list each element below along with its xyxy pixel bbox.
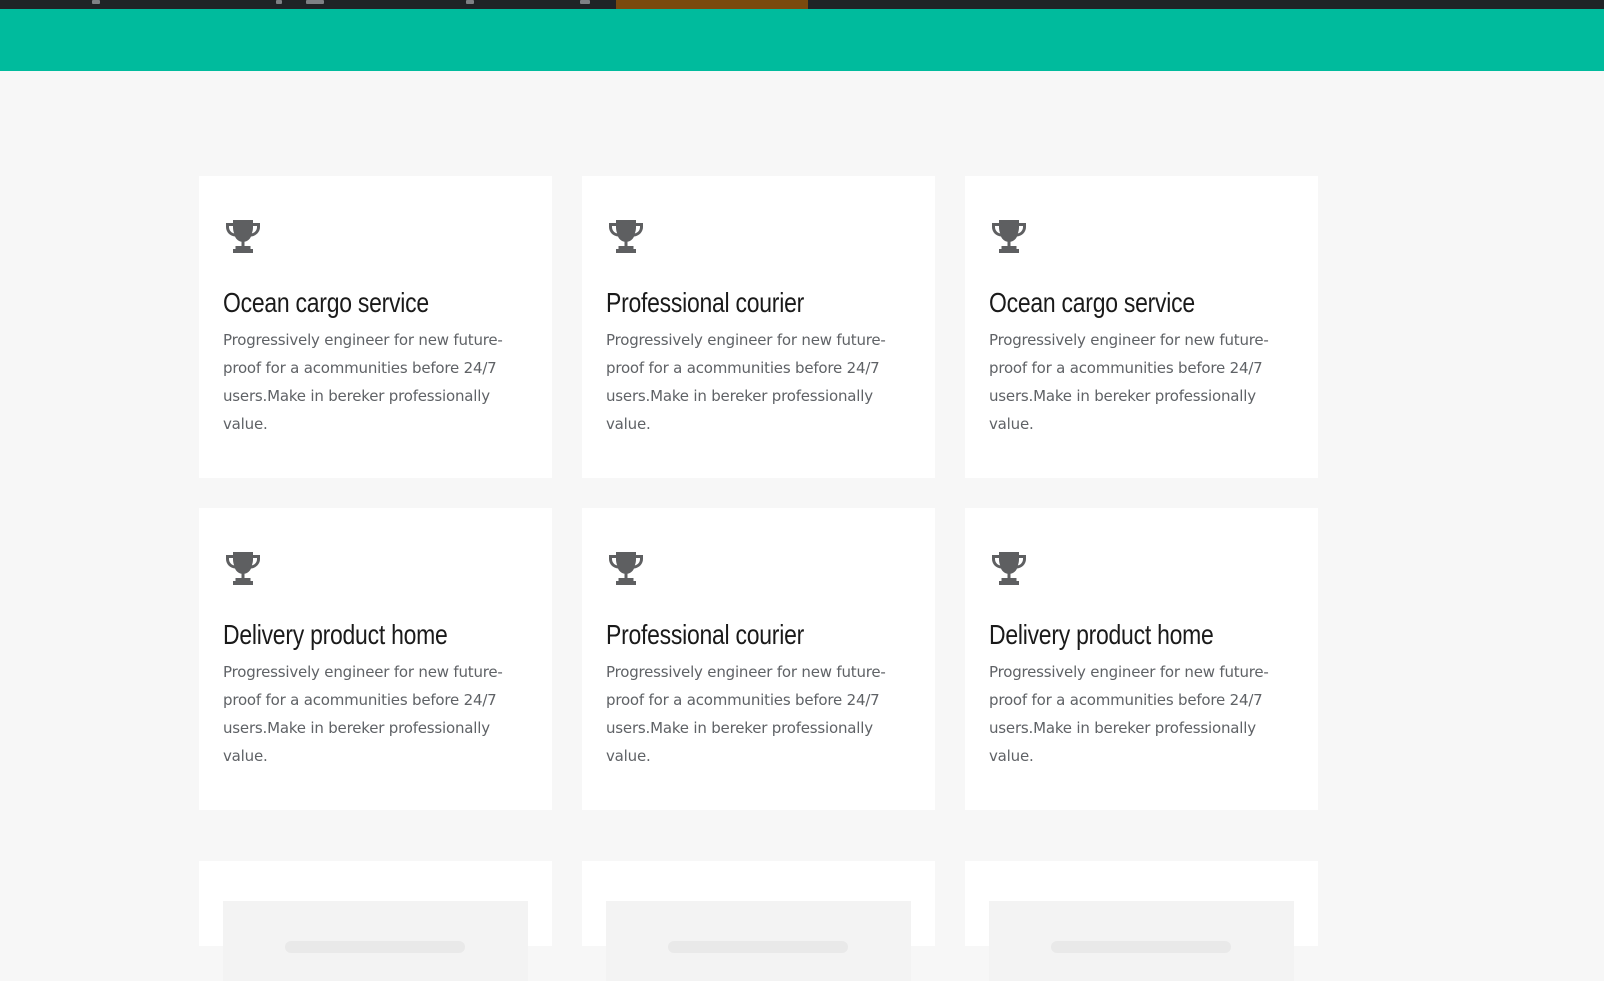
service-card: Professional courier Progressively engin… (582, 176, 935, 478)
service-title: Professional courier (606, 619, 804, 650)
image-placeholder (223, 901, 528, 981)
service-card: Professional courier Progressively engin… (582, 508, 935, 810)
trophy-icon (609, 220, 643, 253)
image-placeholder (989, 901, 1294, 981)
placeholder-bar (285, 941, 465, 953)
trophy-icon (609, 552, 643, 585)
service-card: Ocean cargo service Progressively engine… (199, 176, 552, 478)
placeholder-bar (1051, 941, 1231, 953)
image-placeholder (606, 901, 911, 981)
trophy-icon (992, 220, 1026, 253)
placeholder-bar (668, 941, 848, 953)
service-title: Delivery product home (989, 619, 1214, 650)
service-card: Delivery product home Progressively engi… (199, 508, 552, 810)
service-description: Progressively engineer for new future-pr… (989, 331, 1269, 433)
service-description: Progressively engineer for new future-pr… (606, 331, 886, 433)
service-title: Ocean cargo service (989, 287, 1195, 318)
loading-card (965, 861, 1318, 981)
services-grid: Ocean cargo service Progressively engine… (0, 0, 1604, 981)
service-card: Ocean cargo service Progressively engine… (965, 176, 1318, 478)
service-description: Progressively engineer for new future-pr… (223, 663, 503, 765)
service-card: Delivery product home Progressively engi… (965, 508, 1318, 810)
service-title: Professional courier (606, 287, 804, 318)
service-description: Progressively engineer for new future-pr… (223, 331, 503, 433)
trophy-icon (226, 220, 260, 253)
loading-card (582, 861, 935, 981)
service-description: Progressively engineer for new future-pr… (989, 663, 1269, 765)
service-title: Delivery product home (223, 619, 448, 650)
service-description: Progressively engineer for new future-pr… (606, 663, 886, 765)
service-title: Ocean cargo service (223, 287, 429, 318)
loading-card (199, 861, 552, 981)
trophy-icon (992, 552, 1026, 585)
trophy-icon (226, 552, 260, 585)
